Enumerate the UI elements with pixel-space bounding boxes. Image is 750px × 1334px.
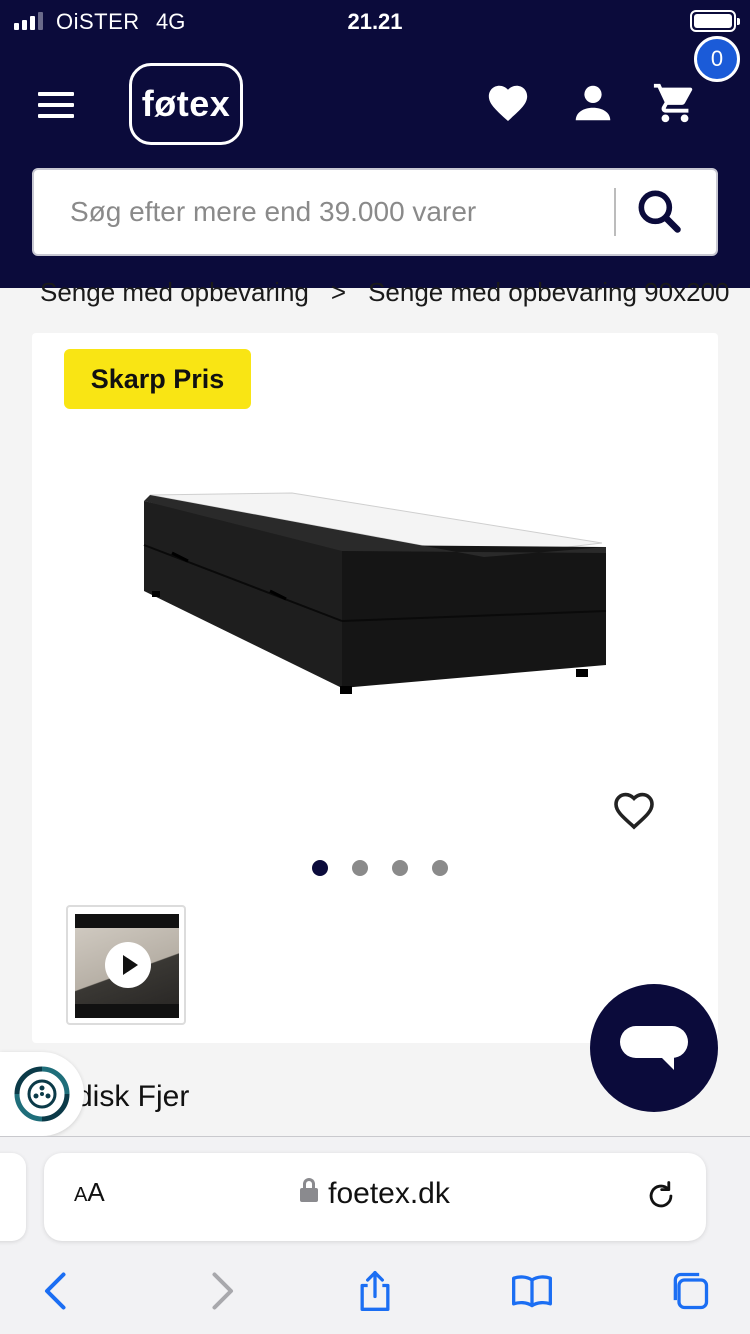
search-box[interactable]: Søg efter mere end 39.000 varer	[32, 168, 718, 256]
chat-button[interactable]	[590, 984, 718, 1112]
breadcrumb-item[interactable]: Senge med opbevaring	[40, 277, 309, 308]
skarp-pris-badge: Skarp Pris	[64, 349, 251, 409]
chevron-right-icon: >	[330, 276, 347, 307]
back-icon[interactable]	[36, 1269, 80, 1313]
user-icon[interactable]	[570, 80, 616, 126]
search-divider	[614, 188, 616, 236]
play-icon[interactable]	[105, 942, 151, 988]
breadcrumb-item[interactable]: Senge med opbevaring 90x200	[368, 277, 729, 308]
pagination-dot[interactable]	[432, 860, 448, 876]
site-header: føtex 0 Søg efter mere end 39.000 varer	[0, 36, 750, 288]
pagination-dot-active[interactable]	[312, 860, 328, 876]
product-image[interactable]	[132, 483, 612, 713]
search-icon[interactable]	[632, 184, 688, 240]
url-text: foetex.dk	[328, 1177, 450, 1210]
battery-icon	[690, 10, 740, 32]
chat-icon	[620, 1026, 688, 1070]
search-input[interactable]: Søg efter mere end 39.000 varer	[70, 170, 476, 254]
recycle-icon	[14, 1066, 70, 1122]
product-gallery-card: Skarp Pris	[32, 333, 718, 1043]
breadcrumb: Senge med opbevaring > Senge med opbevar…	[40, 272, 729, 312]
foetex-logo[interactable]: føtex	[129, 63, 243, 145]
recycle-widget[interactable]	[0, 1052, 84, 1136]
heart-icon[interactable]	[485, 80, 531, 126]
browser-toolbar: AA foetex.dk	[0, 1136, 750, 1334]
tabs-icon[interactable]	[668, 1269, 712, 1313]
clock: 21.21	[347, 9, 403, 34]
cart-count-badge[interactable]: 0	[694, 36, 740, 82]
reload-icon[interactable]	[644, 1179, 678, 1213]
bookmarks-icon[interactable]	[510, 1269, 554, 1313]
pagination-dot[interactable]	[352, 860, 368, 876]
menu-button[interactable]	[38, 92, 74, 118]
address-bar[interactable]: AA foetex.dk	[44, 1153, 706, 1241]
cart-icon[interactable]	[652, 80, 698, 126]
status-bar: OiSTER 4G 21.21	[0, 0, 750, 44]
share-icon[interactable]	[353, 1269, 397, 1313]
lock-icon	[300, 1178, 319, 1202]
product-brand-partial: disk Fjer	[76, 1080, 190, 1113]
video-preview	[75, 914, 179, 1018]
gallery-pagination	[312, 860, 448, 876]
forward-icon[interactable]	[198, 1269, 242, 1313]
video-thumbnail[interactable]	[66, 905, 186, 1025]
pagination-dot[interactable]	[392, 860, 408, 876]
url-field[interactable]: foetex.dk	[44, 1177, 706, 1211]
previous-tab-card[interactable]	[0, 1153, 26, 1241]
heart-outline-icon[interactable]	[610, 787, 658, 831]
